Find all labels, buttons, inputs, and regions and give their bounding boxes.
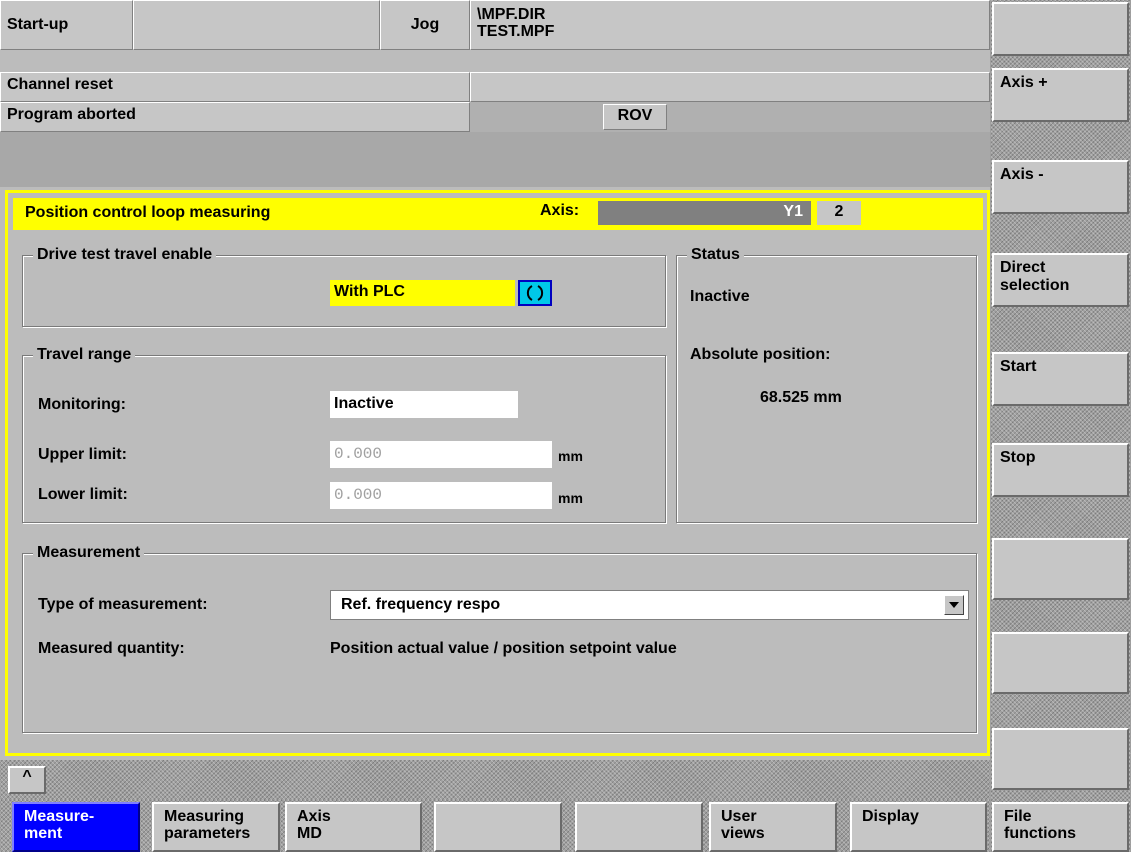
recall-strip <box>0 760 990 800</box>
lower-limit-label: Lower limit: <box>38 486 128 503</box>
axis-minus-softkey[interactable]: Axis - <box>992 160 1129 214</box>
monitoring-field[interactable]: Inactive <box>330 391 518 418</box>
axis-md-softkey[interactable]: Axis MD <box>285 802 422 852</box>
measuring-parameters-softkey[interactable]: Measuring parameters <box>152 802 280 852</box>
dropdown-arrow-icon[interactable] <box>944 595 964 615</box>
axis-name-field[interactable]: Y1 <box>598 201 811 225</box>
vsoftkey-7[interactable] <box>992 538 1129 600</box>
alarm-line <box>0 132 990 187</box>
absolute-position-value: 68.525 mm <box>760 389 842 406</box>
program-path-field: \MPF.DIR TEST.MPF <box>470 0 990 50</box>
vsoftkey-9[interactable] <box>992 728 1129 790</box>
toggle-icon[interactable] <box>518 280 552 306</box>
measurement-type-label: Type of measurement: <box>38 596 208 613</box>
channel-status: Channel reset <box>0 72 470 102</box>
cycle-icon <box>526 285 544 301</box>
drive-test-value[interactable]: With PLC <box>330 280 515 306</box>
file-functions-softkey[interactable]: File functions <box>992 802 1129 852</box>
lower-limit-unit: mm <box>558 490 583 506</box>
upper-limit-input[interactable]: 0.000 <box>330 441 552 468</box>
axis-number-field: 2 <box>817 201 861 225</box>
path-directory: \MPF.DIR <box>477 6 546 23</box>
measured-quantity-value: Position actual value / position setpoin… <box>330 640 677 657</box>
start-softkey[interactable]: Start <box>992 352 1129 406</box>
display-softkey[interactable]: Display <box>850 802 987 852</box>
upper-limit-unit: mm <box>558 448 583 464</box>
program-status: Program aborted <box>0 102 470 132</box>
absolute-position-label: Absolute position: <box>690 346 831 363</box>
axis-plus-softkey[interactable]: Axis + <box>992 68 1129 122</box>
direct-selection-softkey[interactable]: Direct selection <box>992 253 1129 307</box>
measurement-softkey[interactable]: Measure- ment <box>12 802 140 852</box>
drive-test-legend: Drive test travel enable <box>33 246 217 264</box>
op-mode-field: Jog <box>380 0 470 50</box>
status-state: Inactive <box>690 288 750 305</box>
status-legend: Status <box>687 246 744 264</box>
travel-range-legend: Travel range <box>33 346 136 364</box>
measured-quantity-label: Measured quantity: <box>38 640 185 657</box>
user-views-softkey[interactable]: User views <box>709 802 837 852</box>
channel-status-right <box>470 72 990 102</box>
path-program: TEST.MPF <box>477 23 555 40</box>
axis-label: Axis: <box>540 202 580 219</box>
upper-limit-label: Upper limit: <box>38 446 127 463</box>
measurement-type-value: Ref. frequency respo <box>341 596 501 613</box>
vsoftkey-8[interactable] <box>992 632 1129 694</box>
lower-limit-input[interactable]: 0.000 <box>330 482 552 509</box>
vsoftkey-1[interactable] <box>992 2 1129 56</box>
hsoftkey-4[interactable] <box>434 802 562 852</box>
measurement-type-select[interactable]: Ref. frequency respo <box>330 590 969 620</box>
measurement-legend: Measurement <box>33 544 145 562</box>
hsoftkey-5[interactable] <box>575 802 703 852</box>
stop-softkey[interactable]: Stop <box>992 443 1129 497</box>
status-area <box>470 102 990 132</box>
mode-field: Start-up <box>0 0 133 50</box>
vertical-softkey-bar <box>990 0 1131 852</box>
header-empty-field <box>133 0 380 50</box>
panel-title: Position control loop measuring <box>25 204 271 221</box>
monitoring-label: Monitoring: <box>38 396 126 413</box>
rov-indicator: ROV <box>603 104 667 130</box>
recall-button[interactable]: ^ <box>8 766 46 794</box>
